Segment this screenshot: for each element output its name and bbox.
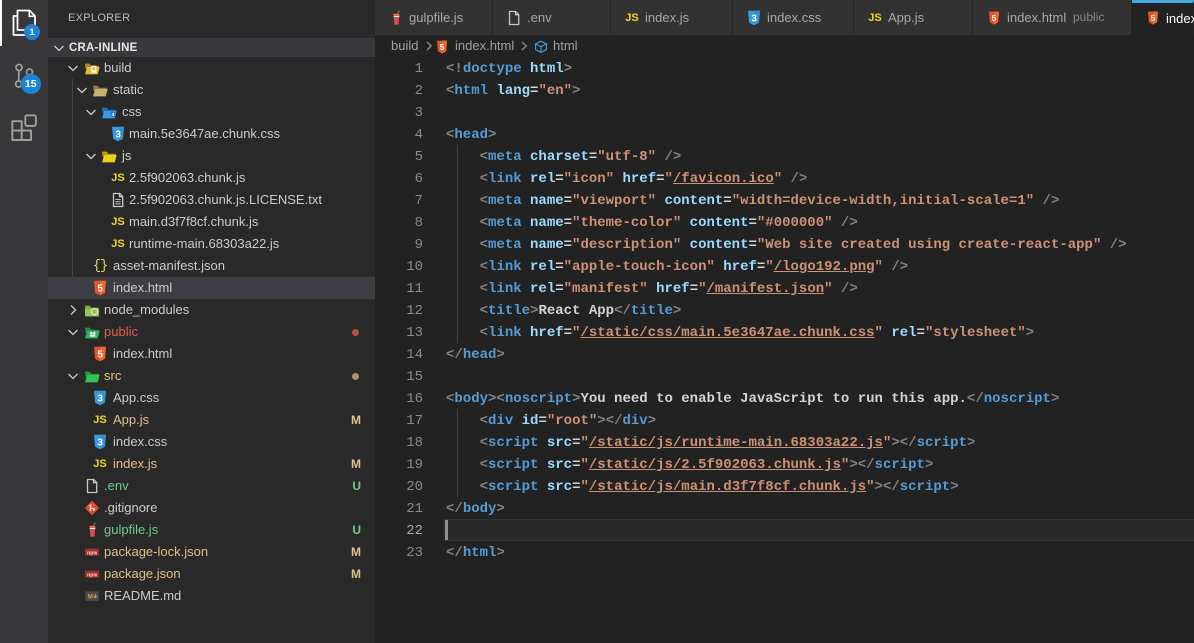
svg-text:3: 3 [97,394,103,405]
svg-text:3: 3 [115,130,121,141]
svg-text:5: 5 [992,13,997,23]
svg-text:npm: npm [87,549,98,556]
svg-text:5: 5 [97,350,103,361]
svg-text:5: 5 [97,284,103,295]
svg-text:npm: npm [87,571,98,578]
svg-text:3: 3 [112,112,115,117]
svg-text:3: 3 [751,13,757,24]
svg-text:5: 5 [440,42,445,52]
svg-text:5: 5 [1151,13,1156,23]
svg-text:M: M [88,594,94,601]
svg-text:3: 3 [97,438,103,449]
